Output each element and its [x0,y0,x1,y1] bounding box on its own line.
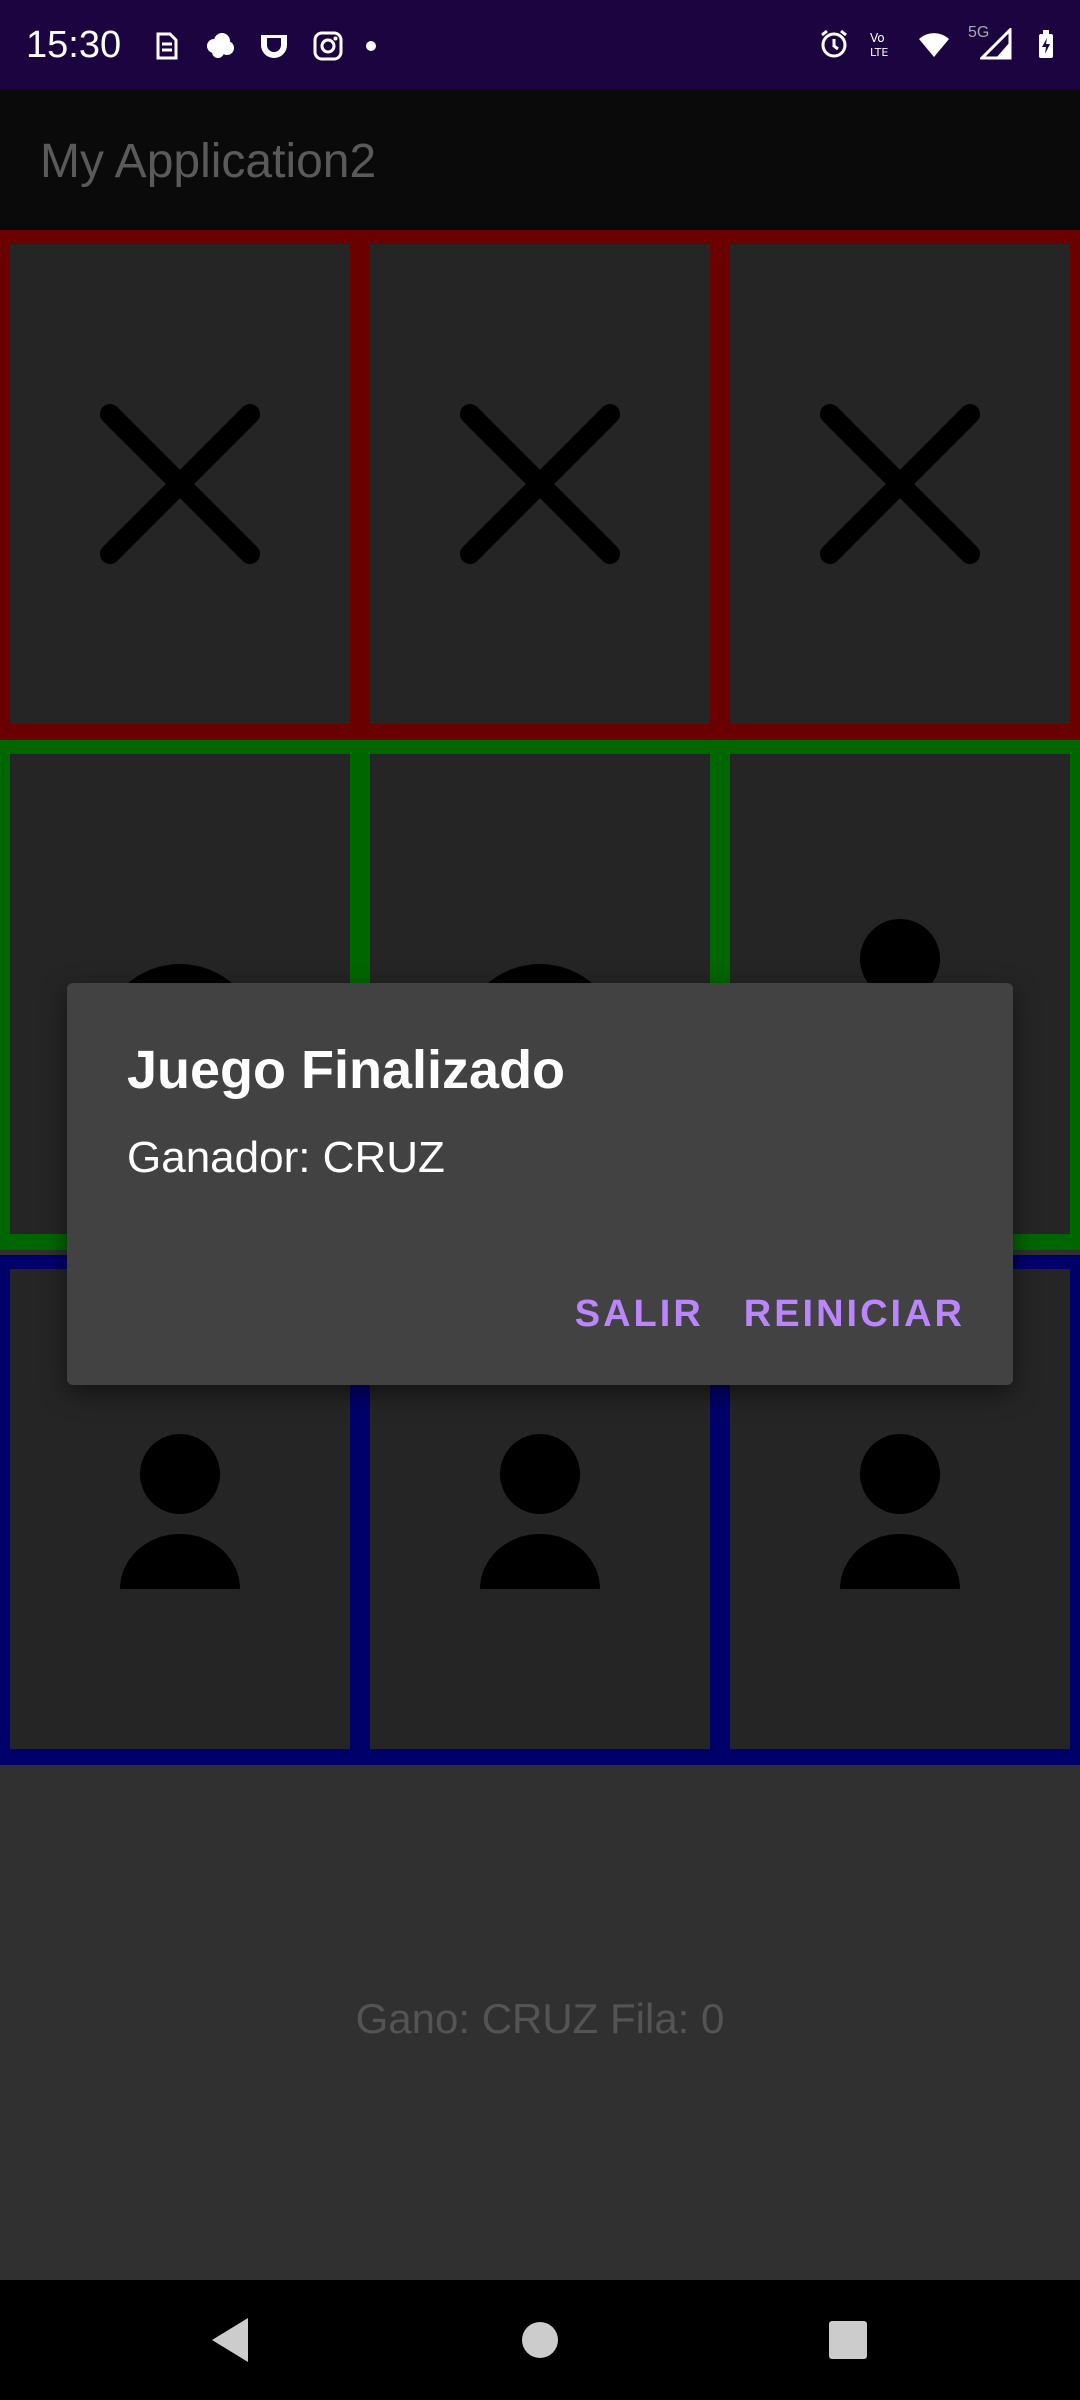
restart-button[interactable]: REINICIAR [744,1293,965,1336]
dialog-title: Juego Finalizado [127,1040,566,1100]
game-over-dialog: Juego Finalizado Ganador: CRUZ SALIR REI… [67,983,1013,1385]
home-icon[interactable] [510,2310,570,2370]
exit-button[interactable]: SALIR [575,1293,704,1336]
dialog-message: Ganador: CRUZ [127,1133,445,1182]
back-icon[interactable] [200,2310,260,2370]
recents-icon[interactable] [818,2310,878,2370]
navigation-bar [0,2280,1080,2400]
dialog-actions: SALIR REINICIAR [575,1293,965,1336]
